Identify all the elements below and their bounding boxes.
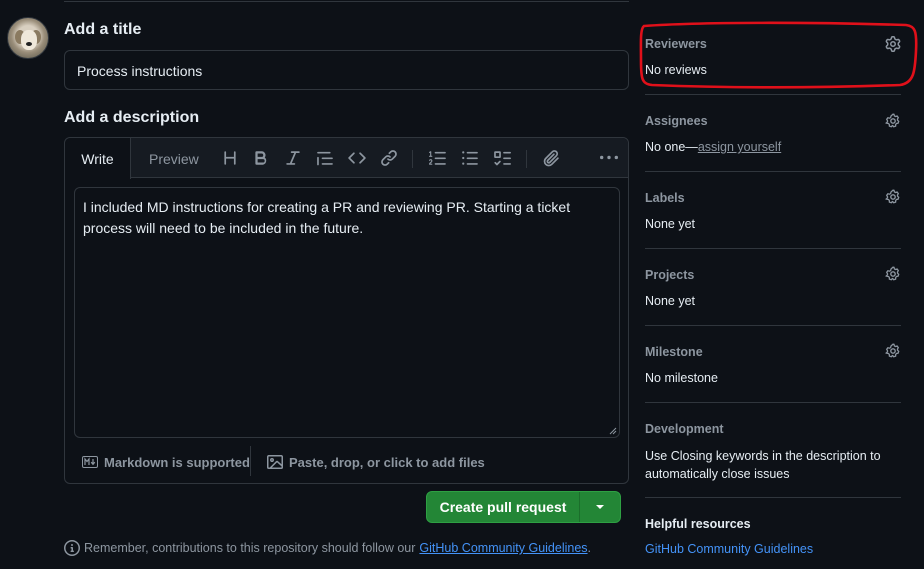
markdown-supported-link[interactable]: Markdown is supported (82, 452, 250, 472)
attach-note: Paste, drop, or click to add files (289, 454, 485, 470)
markdown-icon (82, 456, 98, 468)
description-heading: Add a description (64, 109, 200, 126)
reviewers-label: Reviewers (645, 37, 707, 51)
gear-icon[interactable] (885, 343, 901, 359)
top-divider (64, 0, 629, 2)
create-pull-request-group: Create pull request (426, 491, 621, 523)
caret-down-icon (596, 505, 604, 509)
labels-label: Labels (645, 191, 685, 205)
tab-write[interactable]: Write (65, 138, 131, 179)
labels-section: Labels None yet (645, 188, 901, 249)
development-text: Use Closing keywords in the description … (645, 447, 895, 483)
resize-handle[interactable] (609, 427, 617, 435)
attach-icon[interactable] (542, 149, 560, 167)
markdown-note: Markdown is supported (104, 454, 250, 470)
milestone-value: No milestone (645, 371, 718, 385)
bold-icon[interactable] (252, 149, 270, 167)
gear-icon[interactable] (885, 266, 901, 282)
reviewers-value: No reviews (645, 63, 707, 77)
gear-icon[interactable] (885, 113, 901, 129)
projects-value: None yet (645, 294, 696, 308)
toolbar-divider (526, 150, 527, 168)
heading-icon[interactable] (221, 149, 239, 167)
quote-icon[interactable] (316, 149, 334, 167)
editor-toolbar: Write Preview (65, 138, 628, 179)
attach-files-button[interactable]: Paste, drop, or click to add files (267, 452, 485, 472)
footer-divider (250, 446, 251, 476)
code-icon[interactable] (348, 149, 366, 167)
projects-label: Projects (645, 268, 695, 282)
closing-keywords-link[interactable]: Closing keywords (671, 449, 769, 463)
helpful-resources-section: Helpful resources GitHub Community Guide… (645, 517, 901, 556)
assignees-none: No one— (645, 140, 698, 154)
description-text: I included MD instructions for creating … (83, 199, 571, 236)
helpful-resources-label: Helpful resources (645, 517, 751, 531)
task-list-icon[interactable] (493, 149, 511, 167)
labels-value: None yet (645, 217, 696, 231)
toolbar-divider (412, 150, 413, 168)
ordered-list-icon[interactable] (429, 149, 447, 167)
description-editor: Write Preview I included MD instructions… (64, 137, 629, 484)
assignees-label: Assignees (645, 114, 708, 128)
development-prefix: Use (645, 449, 668, 463)
editor-footer: Markdown is supported Paste, drop, or cl… (65, 446, 628, 484)
unordered-list-icon[interactable] (461, 149, 479, 167)
note-suffix: . (587, 541, 592, 555)
italic-icon[interactable] (284, 149, 302, 167)
milestone-section: Milestone No milestone (645, 342, 901, 403)
image-icon (267, 455, 283, 469)
avatar[interactable] (7, 17, 49, 59)
link-icon[interactable] (380, 149, 398, 167)
gear-icon[interactable] (885, 36, 901, 52)
projects-section: Projects None yet (645, 265, 901, 326)
note-prefix: Remember, contributions to this reposito… (84, 541, 416, 555)
assignees-section: Assignees No one—assign yourself (645, 111, 901, 172)
description-textarea[interactable]: I included MD instructions for creating … (74, 187, 620, 438)
more-icon[interactable] (600, 149, 618, 167)
title-input[interactable]: Process instructions (64, 50, 629, 90)
avatar-face (21, 30, 37, 50)
assignees-value: No one—assign yourself (645, 140, 781, 154)
community-guidelines-link[interactable]: GitHub Community Guidelines (419, 541, 587, 555)
create-pull-request-button[interactable]: Create pull request (427, 492, 580, 522)
reviewers-section: Reviewers No reviews (645, 34, 901, 95)
title-heading: Add a title (64, 21, 142, 38)
tab-preview[interactable]: Preview (149, 138, 199, 178)
create-options-dropdown[interactable] (580, 492, 620, 522)
contribution-note: Remember, contributions to this reposito… (64, 540, 591, 556)
assign-yourself-link[interactable]: assign yourself (698, 140, 781, 154)
helpful-guidelines-link[interactable]: GitHub Community Guidelines (645, 542, 901, 556)
milestone-label: Milestone (645, 345, 703, 359)
gear-icon[interactable] (885, 189, 901, 205)
development-label: Development (645, 422, 724, 436)
development-section: Development Use Closing keywords in the … (645, 419, 901, 498)
info-icon (64, 540, 80, 556)
avatar-nose (26, 42, 32, 46)
